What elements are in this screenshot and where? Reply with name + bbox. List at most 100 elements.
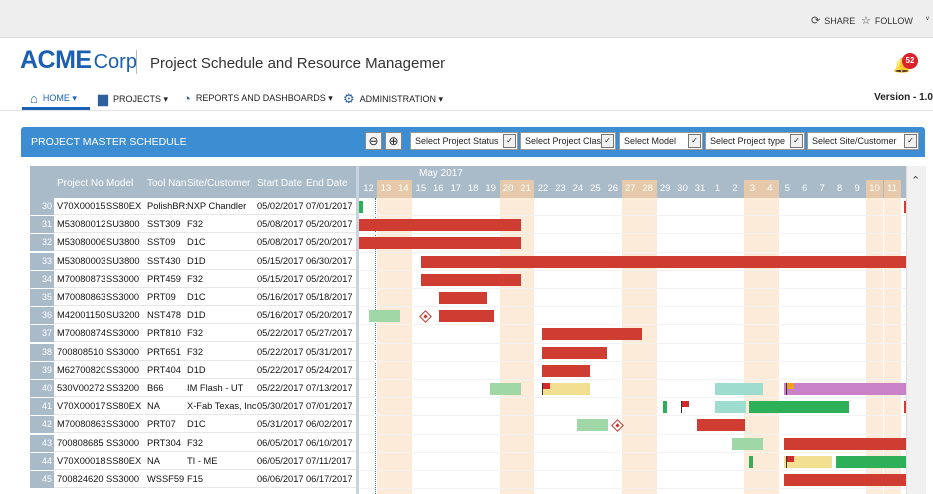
cell-start-date: 05/22/2017 <box>257 328 304 339</box>
gantt-header: May 2017 12 13 14 15 16 17 18 19 20 21 22 23 24 25 26 2… <box>359 166 906 198</box>
task-bar[interactable] <box>421 255 906 268</box>
table-row[interactable]: 38 700808510 SS3000 PRT651 F32 05/22/2017 05/3… <box>30 343 356 361</box>
task-bar[interactable] <box>542 328 642 341</box>
task-bar[interactable] <box>697 419 745 432</box>
task-bar[interactable] <box>542 346 607 359</box>
col-site[interactable]: Site/Customer <box>187 178 257 189</box>
nav-reports[interactable]: ◔ REPORTS AND DASHBOARDS ▾ <box>183 91 333 106</box>
task-bar[interactable] <box>749 401 849 414</box>
cell-start-date: 05/15/2017 <box>257 255 304 266</box>
follow-link[interactable]: ☆ FOLLOW <box>861 14 913 27</box>
brand-light: Corp <box>93 51 137 73</box>
cell-project-no: M70080863 <box>57 292 105 302</box>
task-bar[interactable] <box>577 419 608 432</box>
site-customer-select[interactable]: Select Site/Customer ✓ <box>807 132 919 150</box>
cell-tool: PRT07 <box>147 419 176 430</box>
task-bar[interactable] <box>421 273 521 286</box>
task-bar[interactable] <box>542 364 590 377</box>
zoom-in-button[interactable]: ⊕ <box>385 132 402 150</box>
col-project-no[interactable]: Project No <box>57 178 105 189</box>
task-bar[interactable] <box>732 437 763 450</box>
cell-model: SS80EX <box>106 455 142 466</box>
table-row[interactable]: 31 M53080012 SU3800 SST309 F32 05/08/2017 05/2… <box>30 216 356 234</box>
cell-site: F32 <box>187 346 204 357</box>
task-bar[interactable] <box>715 401 746 414</box>
day-label: 4 <box>767 183 773 194</box>
col-end[interactable]: End Date <box>306 178 352 189</box>
cell-start-date: 05/02/2017 <box>257 201 304 211</box>
task-bar[interactable] <box>663 401 667 414</box>
table-row[interactable]: 33 M53080003 SU3800 SST430 D1D 05/15/2017 06/3… <box>30 252 356 270</box>
day-label: 18 <box>467 183 479 194</box>
cell-model: SS3000 <box>106 419 140 430</box>
more-label: ᵛ <box>926 14 929 24</box>
gantt-row-divider <box>359 342 906 344</box>
flag-icon[interactable] <box>786 383 795 395</box>
flag-icon[interactable] <box>681 401 690 414</box>
zoom-out-button[interactable]: ⊖ <box>365 132 382 150</box>
scroll-up-icon[interactable]: ⌃ <box>911 174 920 187</box>
table-row[interactable]: 30 V70X00015 SS80EX PolishBR: NXP Chandler 05… <box>30 198 356 215</box>
day-label: 24 <box>572 183 584 194</box>
task-bar[interactable] <box>715 383 763 395</box>
cell-tool: PRT09 <box>147 292 176 302</box>
table-row[interactable]: 35 M70080863 SS3000 PRT09 D1C 05/16/2017 05/18… <box>30 289 356 306</box>
milestone-icon[interactable] <box>419 310 432 324</box>
task-bar[interactable] <box>439 292 487 304</box>
task-bar[interactable] <box>749 455 753 468</box>
project-status-select[interactable]: Select Project Status ✓ <box>410 132 518 150</box>
task-bar[interactable] <box>784 437 906 450</box>
table-row[interactable]: 40 530V00272 SS3200 B66 IM Flash - UT 05/22/2… <box>30 380 356 397</box>
project-class-select[interactable]: Select Project Clas ✓ <box>520 132 616 150</box>
flag-icon[interactable] <box>542 383 551 395</box>
table-row[interactable]: 43 700808685 SS3000 PRT304 F32 06/05/2017 06/1… <box>30 434 356 452</box>
col-model[interactable]: Model <box>106 178 136 189</box>
project-type-select[interactable]: Select Project type ✓ <box>705 132 805 150</box>
more-link[interactable]: ᵛ <box>926 14 929 24</box>
cell-start-date: 05/08/2017 <box>257 237 304 248</box>
home-icon: ⌂ <box>30 91 38 106</box>
cell-model: SS80EX <box>106 401 142 412</box>
star-icon: ☆ <box>861 15 871 27</box>
vertical-scrollbar[interactable]: ⌃ <box>906 166 926 494</box>
nav-admin[interactable]: ⚙ ADMINISTRATION ▾ <box>343 91 443 107</box>
cell-site: D1D <box>187 310 206 321</box>
table-row[interactable]: 32 M53080006 SU3800 SST09 D1C 05/08/2017 05/20… <box>30 234 356 252</box>
brand-divider <box>136 50 137 74</box>
task-bar[interactable] <box>359 219 521 232</box>
task-bar[interactable] <box>784 474 906 486</box>
table-row[interactable]: 34 M70080873 SS3000 PRT459 F32 05/15/2017 05/2… <box>30 270 356 288</box>
table-row[interactable]: 36 M42001150 SU3200 NST478 D1D 05/16/2017 05/2… <box>30 307 356 325</box>
notification-badge[interactable]: 52 <box>902 53 918 69</box>
task-bar[interactable] <box>359 237 521 250</box>
nav-projects[interactable]: ▆ PROJECTS ▾ <box>98 91 168 107</box>
table-row[interactable]: 44 V70X00018 SS80EX NA TI - ME 06/05/2017 07/1… <box>30 452 356 470</box>
cell-site: D1C <box>187 419 206 430</box>
cell-end-date: 07/01/2017 <box>306 401 353 412</box>
task-bar[interactable] <box>369 310 400 323</box>
share-link[interactable]: ⟳ SHARE <box>811 14 855 27</box>
task-bar[interactable] <box>784 383 906 395</box>
table-row[interactable]: 42 M70080863 SS3000 PRT07 D1C 05/31/2017 06/02… <box>30 416 356 434</box>
task-bar[interactable] <box>836 455 906 468</box>
task-bar[interactable] <box>359 201 363 213</box>
table-row[interactable]: 37 M70080874 SS3000 PRT810 F32 05/22/2017 05/2… <box>30 325 356 343</box>
table-row[interactable]: 39 M62700820 SS3000 PRT404 D1D 05/22/2017 05/2… <box>30 361 356 379</box>
cell-site: F32 <box>187 328 204 339</box>
task-bar[interactable] <box>439 310 494 323</box>
cell-start-date: 06/05/2017 <box>257 437 304 448</box>
flag-icon[interactable] <box>786 455 795 468</box>
cell-site: F32 <box>187 219 204 230</box>
col-tool[interactable]: Tool Nan <box>147 178 187 189</box>
table-row[interactable]: 45 700824620 SS3000 WSSF59 F15 06/06/2017 06/1… <box>30 471 356 488</box>
day-label: 25 <box>590 183 601 194</box>
brand-logo[interactable]: ACME Corp <box>20 46 137 80</box>
cell-model: SS3000 <box>106 346 140 357</box>
task-bar[interactable] <box>490 383 521 395</box>
table-row[interactable]: 41 V70X00017 SS80EX NA X-Fab Texas, Inc 05/30… <box>30 398 356 416</box>
model-select[interactable]: Select Model ✓ <box>619 132 703 150</box>
nav-home[interactable]: ⌂ HOME ▾ <box>30 91 77 106</box>
row-number: 40 <box>30 380 54 397</box>
version-label: Version - 1.0 <box>874 92 933 103</box>
col-start[interactable]: Start Date <box>257 178 307 189</box>
